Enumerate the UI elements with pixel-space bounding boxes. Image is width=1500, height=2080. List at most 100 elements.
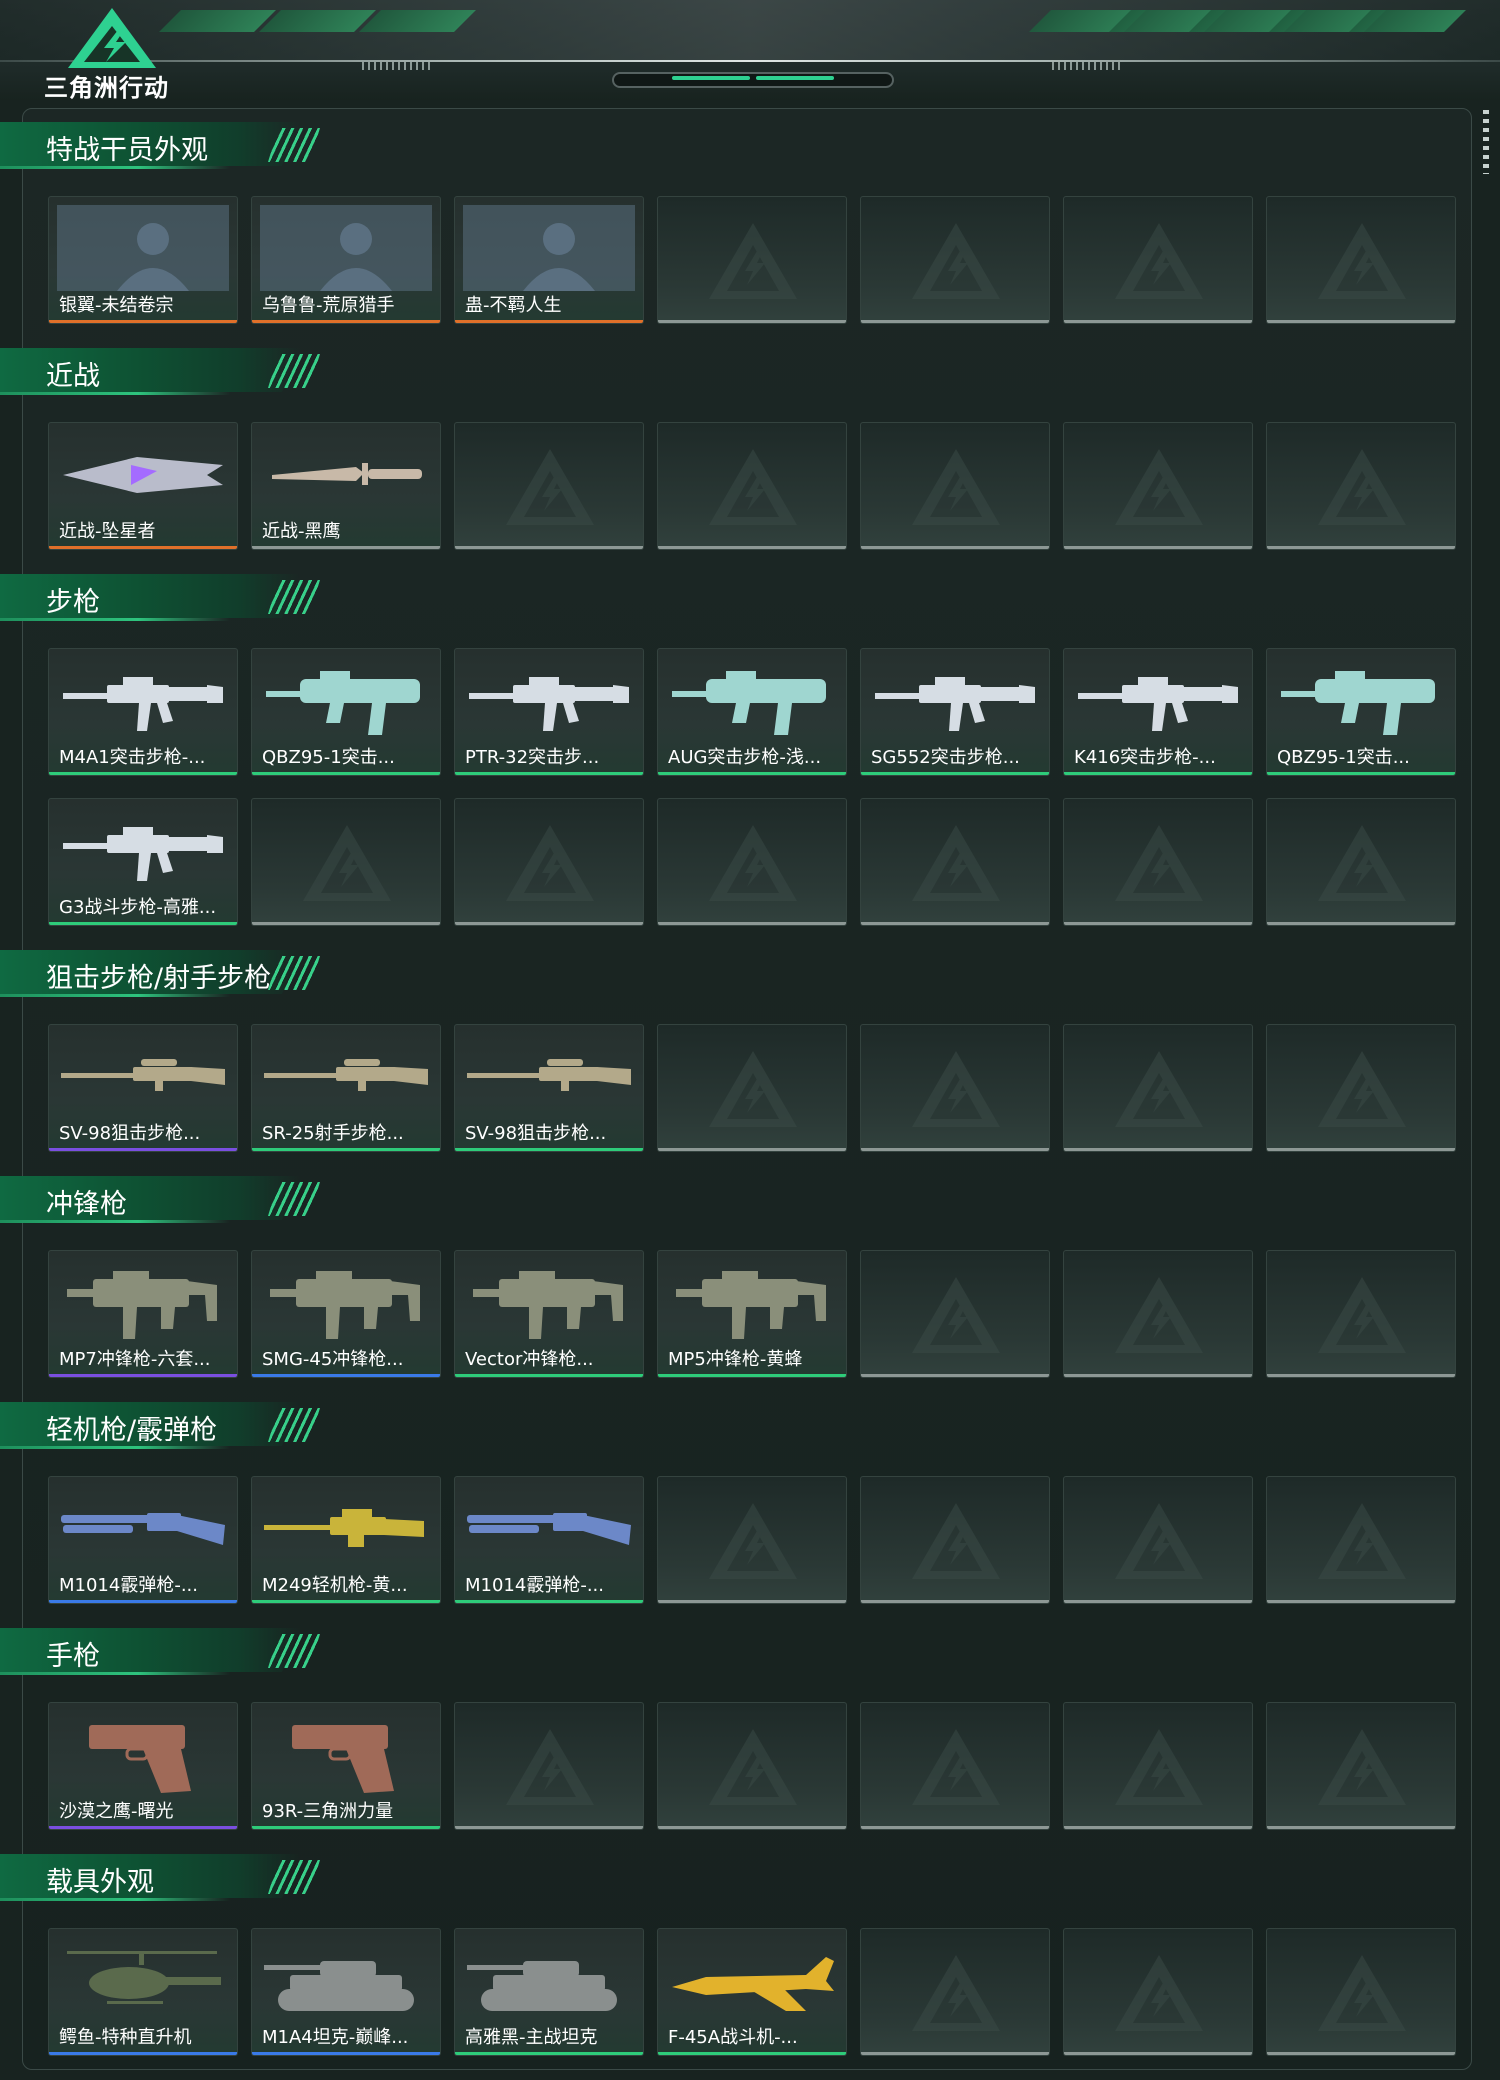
item-card[interactable]: PTR-32突击步... <box>454 648 644 776</box>
bullpup-rifle-icon <box>260 657 432 743</box>
rarity-bar <box>455 320 643 323</box>
item-name: 鳄鱼-特种直升机 <box>59 2027 192 2048</box>
delta-watermark-icon <box>1314 1725 1410 1809</box>
item-card[interactable]: M1A4坦克-巅峰... <box>251 1928 441 2056</box>
item-card[interactable]: F-45A战斗机-... <box>657 1928 847 2056</box>
rarity-bar <box>1267 1148 1455 1151</box>
empty-slot <box>251 798 441 926</box>
empty-slot <box>1063 1928 1253 2056</box>
item-card[interactable]: 乌鲁鲁-荒原猎手 <box>251 196 441 324</box>
item-card[interactable]: M4A1突击步枪-... <box>48 648 238 776</box>
item-card[interactable]: AUG突击步枪-浅... <box>657 648 847 776</box>
rarity-bar <box>49 1826 237 1829</box>
item-name: K416突击步枪-... <box>1074 747 1216 768</box>
item-card[interactable]: SMG-45冲锋枪... <box>251 1250 441 1378</box>
empty-slot <box>860 1476 1050 1604</box>
delta-watermark-icon <box>1111 1499 1207 1583</box>
rarity-bar <box>455 1374 643 1377</box>
rifle-icon <box>869 657 1041 743</box>
item-card[interactable]: M1014霰弹枪-... <box>454 1476 644 1604</box>
item-card[interactable]: M249轻机枪-黄... <box>251 1476 441 1604</box>
delta-watermark-icon <box>1314 1499 1410 1583</box>
item-card[interactable]: 沙漠之鹰-曙光 <box>48 1702 238 1830</box>
item-card[interactable]: Vector冲锋枪... <box>454 1250 644 1378</box>
item-card[interactable]: M1014霰弹枪-... <box>48 1476 238 1604</box>
delta-watermark-icon <box>502 821 598 905</box>
sniper-rifle-icon <box>463 1033 635 1119</box>
item-card[interactable]: 高雅黑-主战坦克 <box>454 1928 644 2056</box>
item-card[interactable]: 鳄鱼-特种直升机 <box>48 1928 238 2056</box>
lmg-icon <box>260 1485 432 1571</box>
delta-watermark-icon <box>502 445 598 529</box>
item-card[interactable]: SV-98狙击步枪... <box>48 1024 238 1152</box>
item-card[interactable]: MP5冲锋枪-黄蜂 <box>657 1250 847 1378</box>
empty-slot <box>860 196 1050 324</box>
delta-watermark-icon <box>1111 821 1207 905</box>
rarity-bar <box>658 546 846 549</box>
rarity-bar <box>861 772 1049 775</box>
empty-slot <box>1266 798 1456 926</box>
item-card[interactable]: K416突击步枪-... <box>1063 648 1253 776</box>
empty-slot <box>1266 1702 1456 1830</box>
empty-slot <box>1063 1024 1253 1152</box>
rarity-bar <box>1064 2052 1252 2055</box>
smg-icon <box>57 1259 229 1345</box>
delta-watermark-icon <box>502 1725 598 1809</box>
rarity-bar <box>455 2052 643 2055</box>
empty-slot <box>860 798 1050 926</box>
page-indicator-segment <box>756 76 834 80</box>
header-rail <box>0 60 1500 62</box>
knife-icon <box>260 431 432 517</box>
rarity-bar <box>861 1826 1049 1829</box>
empty-slot <box>1266 422 1456 550</box>
delta-watermark-icon <box>908 1951 1004 2035</box>
section-title: 轻机枪/霰弹枪 <box>46 1415 218 1446</box>
item-card[interactable]: G3战斗步枪-高雅... <box>48 798 238 926</box>
delta-watermark-icon <box>908 821 1004 905</box>
item-name: QBZ95-1突击... <box>262 747 395 768</box>
item-card[interactable]: 银翼-未结卷宗 <box>48 196 238 324</box>
empty-slot <box>657 196 847 324</box>
item-card[interactable]: SR-25射手步枪... <box>251 1024 441 1152</box>
empty-slot <box>454 1702 644 1830</box>
rarity-bar <box>252 1600 440 1603</box>
rarity-bar <box>658 772 846 775</box>
delta-watermark-icon <box>1111 219 1207 303</box>
rarity-bar <box>1064 1826 1252 1829</box>
scroll-indicator[interactable] <box>1483 110 1489 174</box>
item-card[interactable]: SG552突击步枪... <box>860 648 1050 776</box>
rarity-bar <box>49 1374 237 1377</box>
rarity-bar <box>1064 1374 1252 1377</box>
delta-watermark-icon <box>705 821 801 905</box>
item-card[interactable]: 近战-黑鹰 <box>251 422 441 550</box>
item-name: QBZ95-1突击... <box>1277 747 1410 768</box>
section-header: 手枪 <box>0 1628 330 1676</box>
rarity-bar <box>252 1374 440 1377</box>
shotgun-icon <box>57 1485 229 1571</box>
delta-watermark-icon <box>1111 1725 1207 1809</box>
item-card[interactable]: 蛊-不羁人生 <box>454 196 644 324</box>
empty-slot <box>657 798 847 926</box>
item-card[interactable]: 近战-坠星者 <box>48 422 238 550</box>
rarity-bar <box>1064 1148 1252 1151</box>
rarity-bar <box>1267 2052 1455 2055</box>
item-card[interactable]: MP7冲锋枪-六套... <box>48 1250 238 1378</box>
item-card[interactable]: SV-98狙击步枪... <box>454 1024 644 1152</box>
rarity-bar <box>455 1826 643 1829</box>
rarity-bar <box>1267 320 1455 323</box>
helicopter-icon <box>57 1937 229 2023</box>
empty-slot <box>860 1024 1050 1152</box>
section-header: 近战 <box>0 348 330 396</box>
item-name: 蛊-不羁人生 <box>465 295 562 316</box>
delta-watermark-icon <box>1111 1273 1207 1357</box>
item-card[interactable]: QBZ95-1突击... <box>251 648 441 776</box>
empty-slot <box>454 422 644 550</box>
empty-slot <box>1063 1476 1253 1604</box>
section-title: 步枪 <box>46 587 100 618</box>
item-card[interactable]: 93R-三角洲力量 <box>251 1702 441 1830</box>
rarity-bar <box>252 546 440 549</box>
item-name: 银翼-未结卷宗 <box>59 295 174 316</box>
rarity-bar <box>658 2052 846 2055</box>
rarity-bar <box>252 772 440 775</box>
item-card[interactable]: QBZ95-1突击... <box>1266 648 1456 776</box>
